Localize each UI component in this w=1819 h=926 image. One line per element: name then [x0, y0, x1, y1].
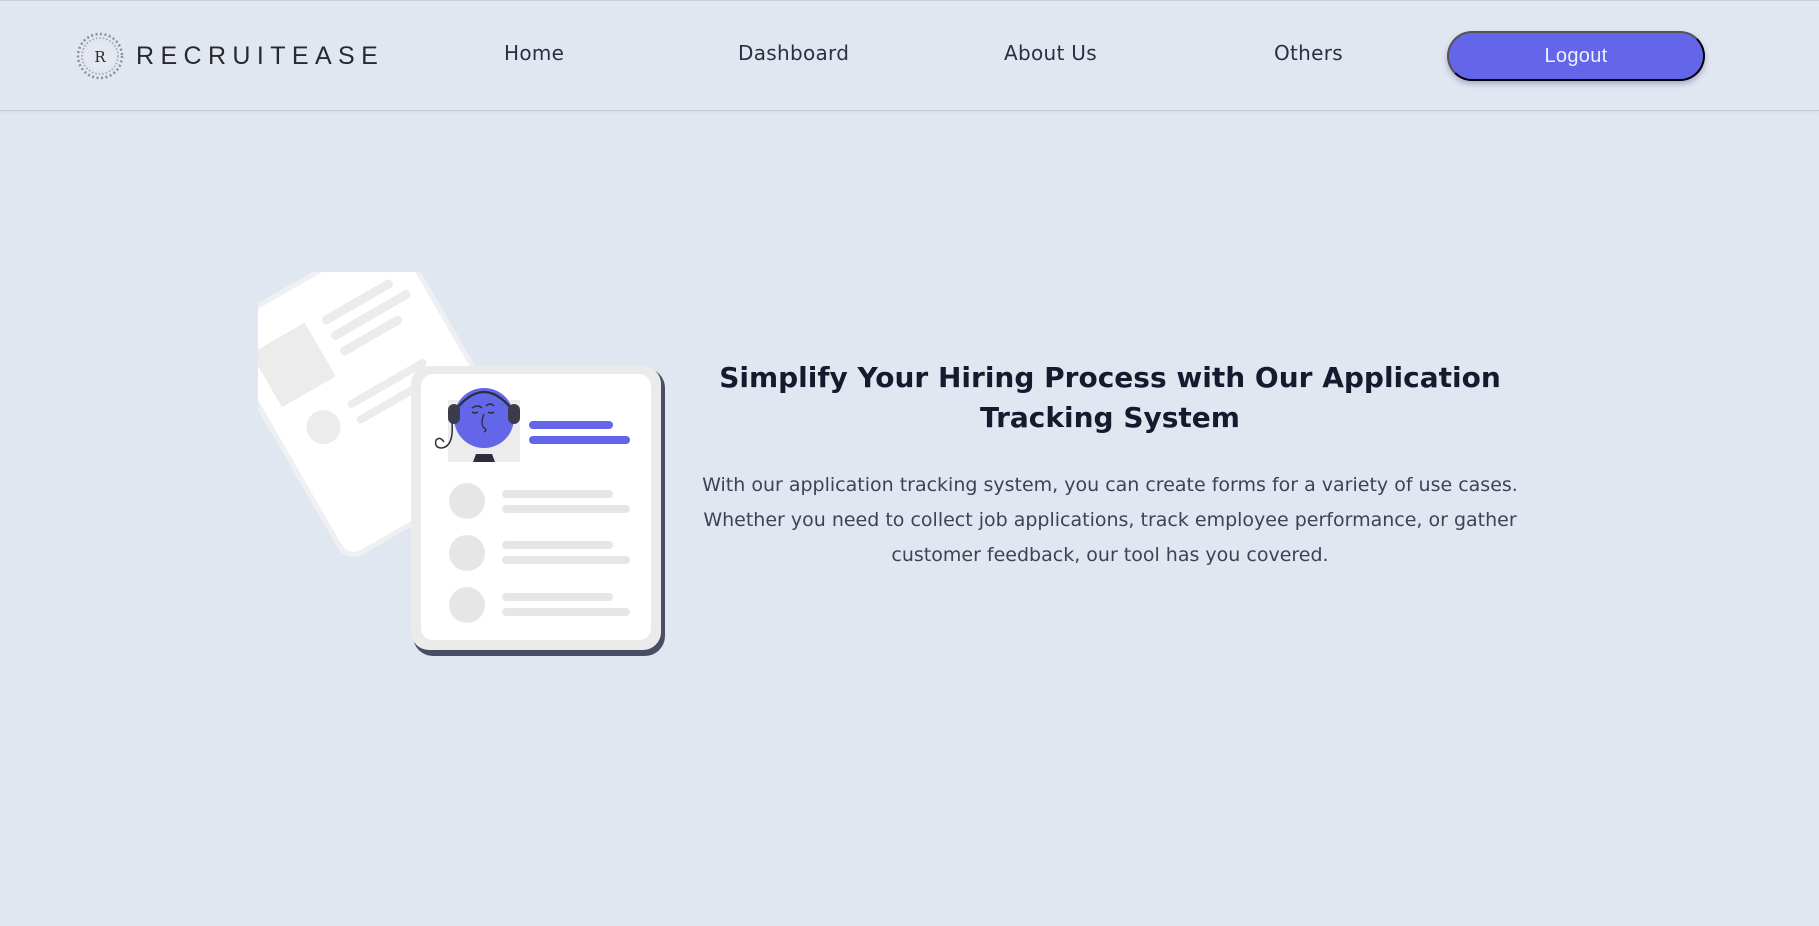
nav-dashboard-link[interactable]: Dashboard — [738, 41, 849, 65]
brand-name: RECRUITEASE — [136, 41, 385, 70]
hero-description: With our application tracking system, yo… — [702, 474, 1518, 566]
nav-about-link[interactable]: About Us — [1004, 41, 1097, 65]
logout-button[interactable]: Logout — [1447, 31, 1705, 81]
nav-others-link[interactable]: Others — [1274, 41, 1343, 65]
brand-logo-letter: R — [94, 48, 106, 66]
nav-home-link[interactable]: Home — [504, 41, 564, 65]
brand[interactable]: R RECRUITEASE — [74, 29, 384, 83]
hero-title: Simplify Your Hiring Process with Our Ap… — [719, 361, 1501, 434]
resume-cards-illustration — [218, 231, 668, 657]
top-navbar: R RECRUITEASE Home Dashboard About Us Ot… — [0, 0, 1819, 111]
brand-logo-icon: R — [76, 32, 124, 80]
